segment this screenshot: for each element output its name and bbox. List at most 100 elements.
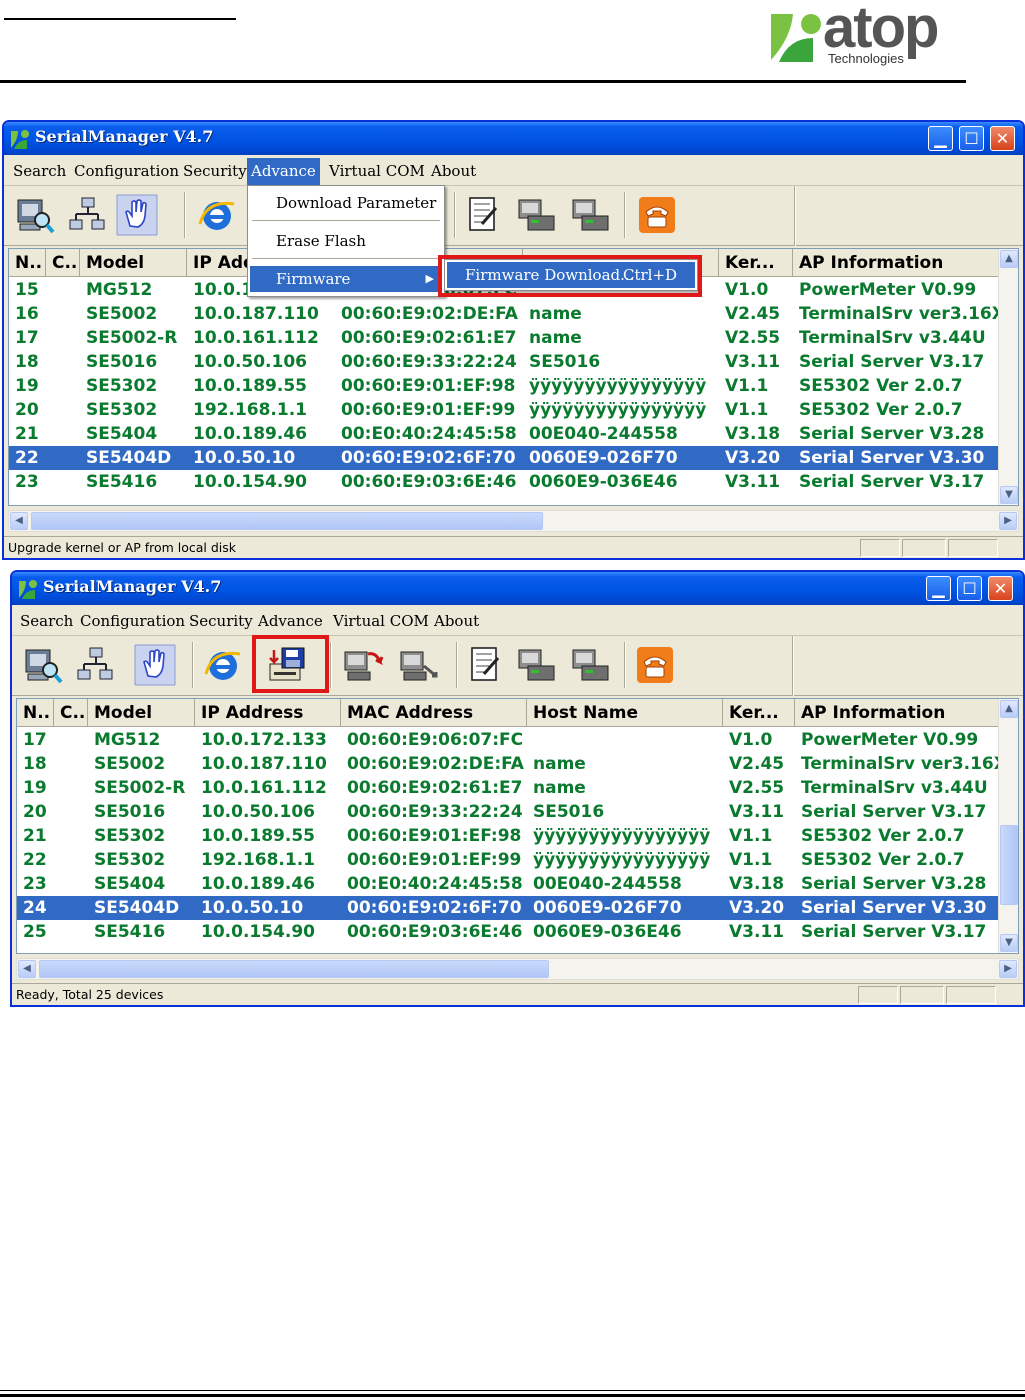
scroll-up-button[interactable]: ▲	[1000, 700, 1018, 718]
menu-security[interactable]: Security	[179, 161, 251, 183]
scroll-up-button[interactable]: ▲	[1000, 250, 1018, 268]
table-row[interactable]: 20 SE5302 192.168.1.1 00:60:E9:01:EF:99 ÿÿÿÿ…	[9, 398, 998, 422]
cell-kernel: V3.20	[729, 898, 785, 918]
scroll-right-button[interactable]: ▶	[999, 960, 1017, 978]
close-button[interactable]: ✕	[990, 126, 1015, 151]
menu-advance[interactable]: Advance	[247, 158, 320, 185]
cell-kernel: V1.1	[729, 850, 773, 870]
close-button[interactable]: ✕	[988, 576, 1013, 601]
table-row[interactable]: 21 SE5404 10.0.189.46 00:E0:40:24:45:58 00E0…	[9, 422, 998, 446]
vertical-scrollbar[interactable]: ▲ ▼	[998, 249, 1018, 505]
table-row[interactable]: 19 SE5302 10.0.189.55 00:60:E9:01:EF:98 ÿÿÿÿ…	[9, 374, 998, 398]
scroll-right-button[interactable]: ▶	[999, 512, 1017, 530]
menu-virtual-com[interactable]: Virtual COM	[329, 611, 433, 633]
cell-ip-address: 10.0.189.46	[201, 874, 316, 894]
remote-export-icon[interactable]	[398, 644, 440, 686]
column-header-number[interactable]: N..	[9, 249, 46, 277]
column-header-kernel[interactable]: Ker...	[719, 249, 793, 277]
menu-about[interactable]: About	[430, 611, 483, 633]
maximize-button[interactable]: ☐	[957, 576, 982, 601]
scroll-left-button[interactable]: ◀	[18, 960, 36, 978]
cell-number: 21	[15, 424, 39, 444]
serial-server-icon[interactable]	[516, 644, 558, 686]
menu-configuration[interactable]: Configuration	[76, 611, 189, 633]
table-row[interactable]: 18 SE5016 10.0.50.106 00:60:E9:33:22:24 SE50…	[9, 350, 998, 374]
scroll-down-button[interactable]: ▼	[1000, 486, 1018, 504]
config-file-icon[interactable]	[462, 194, 504, 236]
network-icon[interactable]	[66, 194, 108, 236]
horizontal-scrollbar[interactable]: ◀ ▶	[8, 510, 1019, 532]
table-row[interactable]: 25 SE5416 10.0.154.90 00:60:E9:03:6E:46 0060…	[17, 920, 998, 944]
column-header-model[interactable]: Model	[88, 699, 195, 727]
table-row[interactable]: 22 SE5404D 10.0.50.10 00:60:E9:02:6F:70 0060…	[9, 446, 998, 470]
menu-item-download-parameter[interactable]: Download Parameter	[250, 190, 442, 216]
phone-icon[interactable]	[636, 194, 678, 236]
remote-import-icon[interactable]	[342, 644, 384, 686]
serial-server-icon[interactable]	[516, 194, 558, 236]
serial-server-2-icon[interactable]	[570, 194, 612, 236]
cell-ap-information: TerminalSrv v3.44U	[801, 778, 988, 798]
table-row[interactable]: 22 SE5302 192.168.1.1 00:60:E9:01:EF:99 ÿÿÿÿ…	[17, 848, 998, 872]
table-row[interactable]: 24 SE5404D 10.0.50.10 00:60:E9:02:6F:70 0060…	[17, 896, 998, 920]
column-header-kernel[interactable]: Ker...	[723, 699, 795, 727]
menu-item-erase-flash[interactable]: Erase Flash	[250, 228, 442, 254]
phone-icon[interactable]	[634, 644, 676, 686]
horizontal-scroll-thumb[interactable]	[31, 512, 543, 530]
cell-number: 18	[23, 754, 47, 774]
search-devices-icon[interactable]	[14, 194, 56, 236]
cell-c	[54, 752, 88, 776]
hand-icon[interactable]	[134, 644, 176, 686]
table-row[interactable]: 17 MG512 10.0.172.133 00:60:E9:06:07:FC V1.0…	[17, 728, 998, 752]
horizontal-scroll-thumb[interactable]	[39, 960, 549, 978]
cell-kernel: V3.18	[725, 424, 781, 444]
column-header-number[interactable]: N..	[17, 699, 54, 727]
menu-configuration[interactable]: Configuration	[70, 161, 183, 183]
search-devices-icon[interactable]	[22, 644, 64, 686]
title-bar[interactable]: SerialManager V4.7 ▁ ☐ ✕	[4, 122, 1023, 155]
menu-search[interactable]: Search	[16, 611, 77, 633]
table-row[interactable]: 18 SE5002 10.0.187.110 00:60:E9:02:DE:FA nam…	[17, 752, 1005, 776]
column-header-ap-information[interactable]: AP Information	[793, 249, 1005, 277]
network-icon[interactable]	[74, 644, 116, 686]
cell-ip-address: 10.0.50.106	[201, 802, 316, 822]
scroll-down-button[interactable]: ▼	[1000, 934, 1018, 952]
device-table[interactable]: N.. C.. Model IP Address MAC Address Hos…	[16, 698, 1019, 954]
cell-number: 24	[23, 898, 47, 918]
column-header-ap-information[interactable]: AP Information	[795, 699, 1005, 727]
menu-advance[interactable]: Advance	[254, 611, 327, 633]
table-row[interactable]: 17 SE5002-R 10.0.161.112 00:60:E9:02:61:E7 n…	[9, 326, 998, 350]
cell-number: 17	[23, 730, 47, 750]
column-header-mac-address[interactable]: MAC Address	[341, 699, 527, 727]
column-header-c[interactable]: C..	[54, 699, 88, 727]
horizontal-scrollbar[interactable]: ◀ ▶	[16, 958, 1019, 980]
table-row[interactable]: 23 SE5416 10.0.154.90 00:60:E9:03:6E:46 0060…	[9, 470, 998, 494]
cell-mac-address: 00:E0:40:24:45:58	[347, 874, 523, 894]
table-row[interactable]: 23 SE5404 10.0.189.46 00:E0:40:24:45:58 00E0…	[17, 872, 998, 896]
title-bar[interactable]: SerialManager V4.7 ▁ ☐ ✕	[12, 572, 1023, 605]
minimize-button[interactable]: ▁	[928, 126, 953, 151]
scroll-thumb[interactable]	[1000, 825, 1018, 905]
scroll-left-button[interactable]: ◀	[10, 512, 28, 530]
menu-about[interactable]: About	[427, 161, 480, 183]
menu-bar: Search Configuration Security Advance Vi…	[12, 605, 1023, 636]
table-row[interactable]: 21 SE5302 10.0.189.55 00:60:E9:01:EF:98 ÿÿÿÿ…	[17, 824, 998, 848]
internet-explorer-icon[interactable]	[196, 194, 238, 236]
table-row[interactable]: 16 SE5002 10.0.187.110 00:60:E9:02:DE:FA nam…	[9, 302, 1005, 326]
column-header-host-name[interactable]: Host Name	[527, 699, 723, 727]
config-file-icon[interactable]	[464, 644, 506, 686]
column-header-model[interactable]: Model	[80, 249, 187, 277]
hand-icon[interactable]	[116, 194, 158, 236]
menu-search[interactable]: Search	[9, 161, 70, 183]
internet-explorer-icon[interactable]	[202, 644, 244, 686]
minimize-button[interactable]: ▁	[926, 576, 951, 601]
menu-security[interactable]: Security	[185, 611, 257, 633]
vertical-scrollbar[interactable]: ▲ ▼	[998, 699, 1018, 953]
column-header-c[interactable]: C..	[46, 249, 80, 277]
table-row[interactable]: 20 SE5016 10.0.50.106 00:60:E9:33:22:24 SE50…	[17, 800, 998, 824]
column-header-ip-address[interactable]: IP Address	[195, 699, 341, 727]
maximize-button[interactable]: ☐	[959, 126, 984, 151]
menu-item-firmware[interactable]: Firmware ▶	[250, 266, 442, 292]
serial-server-2-icon[interactable]	[570, 644, 612, 686]
table-row[interactable]: 19 SE5002-R 10.0.161.112 00:60:E9:02:61:E7 n…	[17, 776, 998, 800]
menu-virtual-com[interactable]: Virtual COM	[325, 161, 429, 183]
